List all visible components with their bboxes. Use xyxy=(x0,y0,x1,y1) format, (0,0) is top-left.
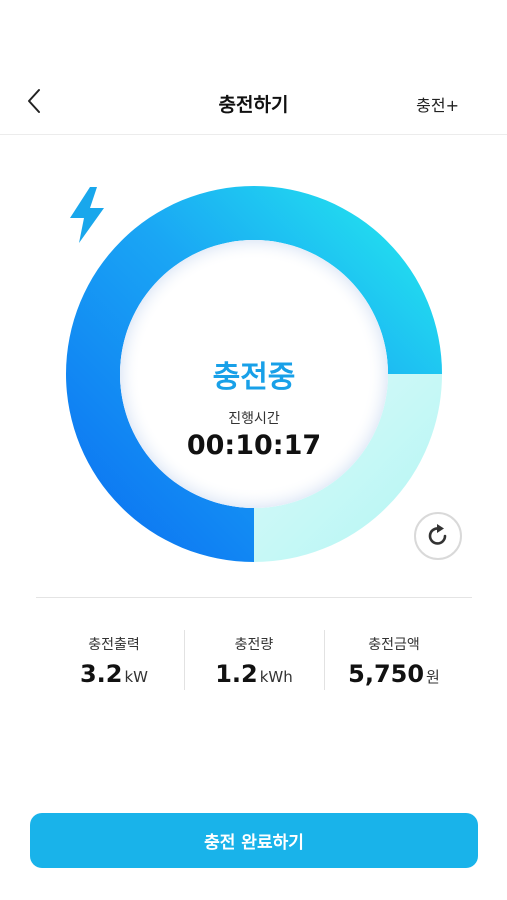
stat-unit: kWh xyxy=(259,668,293,686)
stat-value: 3.2 xyxy=(79,660,123,688)
header: 충전하기 충전+ xyxy=(0,70,507,135)
charge-plus-button[interactable]: 충전+ xyxy=(416,92,459,116)
stat-label: 충전량 xyxy=(234,637,274,653)
stat-amount: 충전금액 5,750 원 xyxy=(324,630,464,690)
stat-unit: 원 xyxy=(426,668,440,686)
stat-unit: kW xyxy=(124,668,149,686)
elapsed-time-label: 진행시간 xyxy=(228,411,280,427)
elapsed-time-value: 00:10:17 xyxy=(186,430,322,461)
stat-label: 충전출력 xyxy=(88,637,140,653)
section-divider xyxy=(36,597,472,598)
gauge-center: 충전중 진행시간 00:10:17 xyxy=(66,186,442,562)
stat-label: 충전금액 xyxy=(368,637,420,653)
lightning-bolt-icon xyxy=(70,187,104,243)
stat-value: 1.2 xyxy=(215,660,258,688)
charging-status: 충전중 xyxy=(212,360,296,395)
charging-gauge: 충전중 진행시간 00:10:17 xyxy=(66,186,442,562)
stat-output: 충전출력 3.2 kW xyxy=(44,630,184,690)
refresh-button[interactable] xyxy=(414,512,462,560)
charging-stats: 충전출력 3.2 kW 충전량 1.2 kWh 충전금액 5,750 원 xyxy=(44,630,464,690)
stat-value: 5,750 xyxy=(348,660,425,688)
refresh-icon xyxy=(428,524,447,545)
stat-energy: 충전량 1.2 kWh xyxy=(184,630,324,690)
complete-charging-button[interactable]: 충전 완료하기 xyxy=(30,813,478,868)
